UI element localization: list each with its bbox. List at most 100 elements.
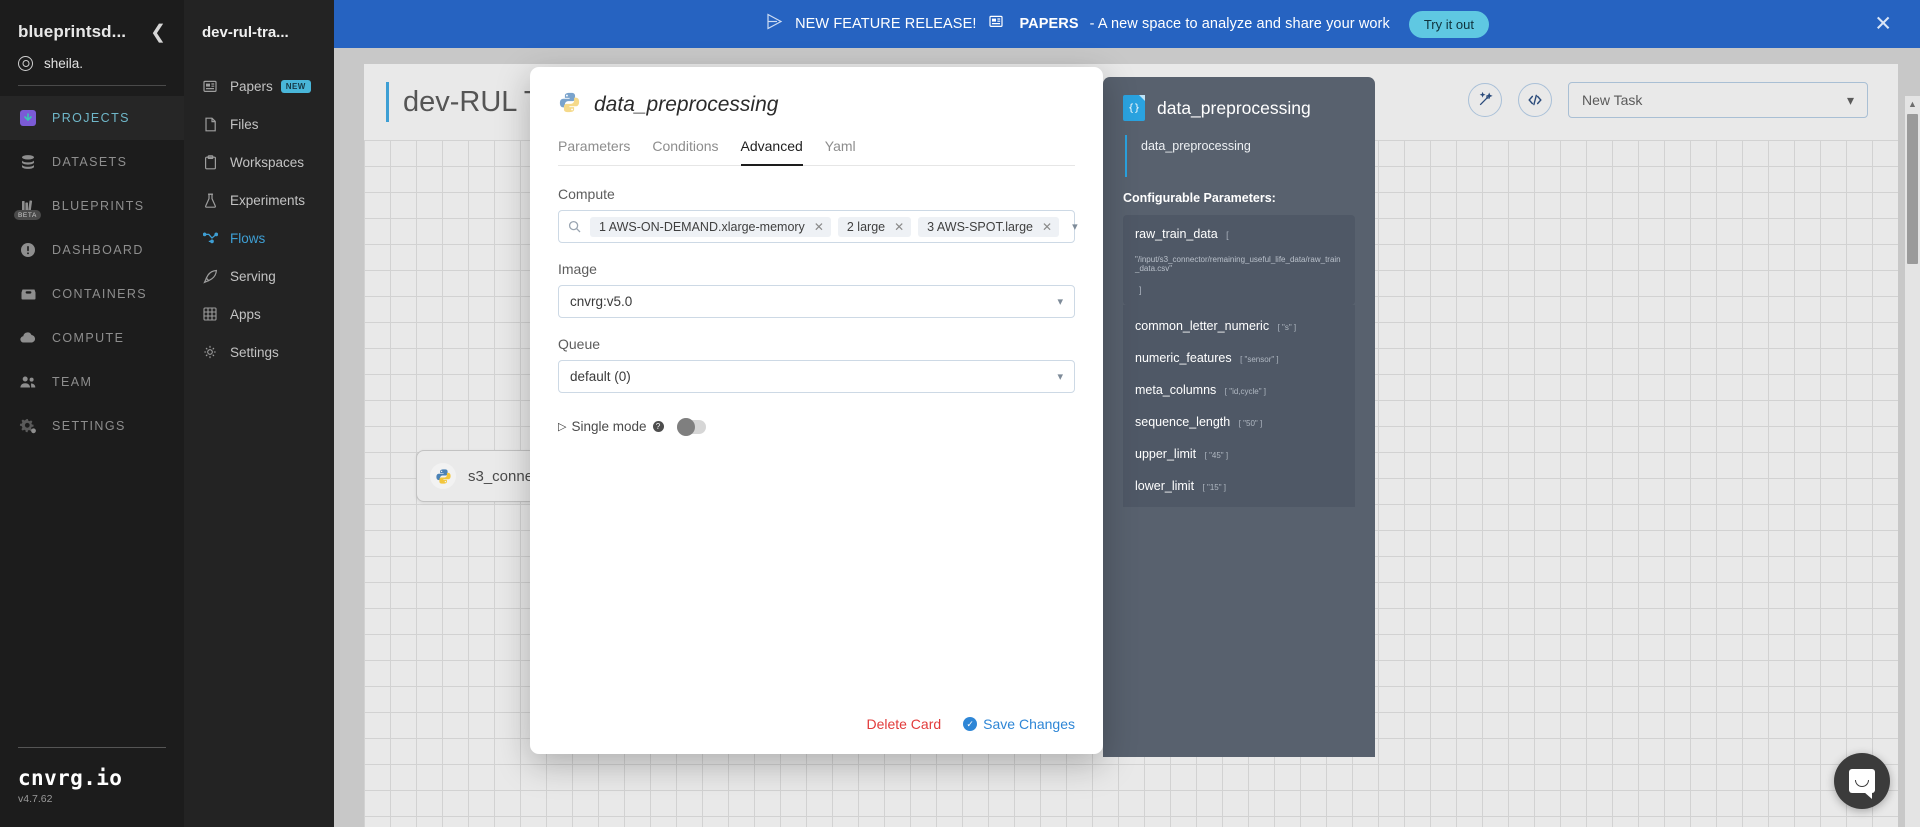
help-icon[interactable]: ? (652, 421, 664, 432)
delete-card-button[interactable]: Delete Card (866, 716, 941, 732)
paper-plane-icon (765, 12, 784, 36)
beta-badge: BETA (14, 210, 41, 220)
sidebar-item-label: PROJECTS (52, 111, 130, 125)
project-title: dev-rul-tra... (202, 24, 289, 41)
param-close-bracket: ] (1139, 285, 1142, 295)
sidebar-item-label: Apps (230, 306, 261, 322)
task-select-value: New Task (1582, 92, 1643, 108)
banner-tail: - A new space to analyze and share your … (1089, 16, 1390, 32)
scrollbar-thumb[interactable] (1907, 114, 1918, 264)
grid-icon (202, 306, 218, 322)
sidebar-item-label: DASHBOARD (52, 243, 144, 257)
tab-advanced[interactable]: Advanced (740, 138, 803, 166)
single-mode-label-group[interactable]: ▷ Single mode ? (558, 419, 664, 434)
param-name: numeric_features (1135, 351, 1232, 365)
modal-header: data_preprocessing Parameters Conditions… (530, 67, 1103, 166)
single-mode-row: ▷ Single mode ? (558, 417, 1075, 436)
flows-icon (202, 230, 218, 246)
try-it-out-button[interactable]: Try it out (1408, 10, 1489, 38)
single-mode-toggle[interactable] (676, 417, 706, 436)
chevron-down-icon[interactable]: ▾ (1066, 220, 1078, 233)
feature-banner: NEW FEATURE RELEASE! PAPERS - A new spac… (334, 0, 1920, 48)
sidebar-item-projects[interactable]: PROJECTS (0, 96, 184, 140)
sidebar-item-label: Experiments (230, 192, 306, 208)
param-value: [ "50" ] (1238, 419, 1263, 428)
param-name: raw_train_data (1135, 227, 1218, 241)
tab-yaml[interactable]: Yaml (825, 138, 856, 166)
chat-smile (1855, 780, 1869, 787)
queue-label: Queue (558, 336, 601, 352)
compute-multiselect[interactable]: 1 AWS-ON-DEMAND.xlarge-memory ✕ 2 large … (558, 210, 1078, 243)
param-value: [ "15" ] (1202, 483, 1226, 492)
close-icon[interactable]: ✕ (1874, 14, 1892, 35)
search-icon (568, 220, 583, 233)
param-name: sequence_length (1135, 415, 1231, 429)
chevron-down-icon: ▾ (1846, 91, 1854, 108)
info-panel-header: {} data_preprocessing (1123, 95, 1355, 121)
sidebar-item-label: Serving (230, 268, 276, 284)
param-name: meta_columns (1135, 383, 1217, 397)
sidebar-item-team[interactable]: TEAM (0, 360, 184, 404)
team-icon (18, 372, 38, 392)
sidebar-item-experiments[interactable]: Experiments (184, 181, 334, 219)
sidebar-item-serving[interactable]: Serving (184, 257, 334, 295)
sidebar-item-dashboard[interactable]: DASHBOARD (0, 228, 184, 272)
header-actions: New Task ▾ (1468, 82, 1868, 118)
close-icon[interactable]: ✕ (894, 220, 904, 234)
chevron-left-icon[interactable]: ❮ (150, 23, 166, 42)
param-value: [ "sensor" ] (1240, 355, 1279, 364)
triangle-right-icon[interactable]: ▷ (558, 420, 566, 433)
page-scrollbar[interactable]: ▲ ▼ (1905, 96, 1920, 827)
cloud-icon (18, 328, 38, 348)
sidebar-item-files[interactable]: Files (184, 105, 334, 143)
compute-chip[interactable]: 3 AWS-SPOT.large ✕ (918, 216, 1060, 237)
code-brackets-icon[interactable] (1518, 83, 1552, 117)
sidebar-item-label: COMPUTE (52, 331, 125, 345)
modal-tabs: Parameters Conditions Advanced Yaml (558, 138, 1075, 166)
chat-bubble-icon[interactable] (1834, 753, 1890, 809)
parameters-info-panel: {} data_preprocessing data_preprocessing… (1103, 77, 1375, 757)
compute-chip-label: 2 large (846, 219, 886, 234)
compute-chip[interactable]: 1 AWS-ON-DEMAND.xlarge-memory ✕ (590, 216, 831, 237)
scroll-up-arrow[interactable]: ▲ (1905, 96, 1920, 112)
modal-actions: Delete Card ✓ Save Changes (866, 716, 1075, 732)
banner-papers-label: PAPERS (1019, 16, 1079, 32)
user-row[interactable]: sheila. (0, 52, 184, 83)
org-row: blueprintsd... ❮ (0, 0, 184, 52)
sidebar-item-blueprints[interactable]: BETA BLUEPRINTS (0, 184, 184, 228)
close-icon[interactable]: ✕ (814, 220, 824, 234)
param-meta-columns: meta_columns [ "id,cycle" ] (1123, 365, 1355, 397)
tab-conditions[interactable]: Conditions (652, 138, 718, 166)
sidebar-item-papers[interactable]: Papers NEW (184, 67, 334, 105)
sidebar-item-project-settings[interactable]: Settings (184, 333, 334, 371)
task-select[interactable]: New Task ▾ (1568, 82, 1868, 118)
param-value: [ "s" ] (1277, 323, 1297, 332)
chevron-down-icon: ▾ (1057, 296, 1063, 308)
image-select[interactable]: cnvrg:v5.0 ▾ (558, 285, 1075, 318)
sidebar-item-label: BLUEPRINTS (52, 199, 145, 213)
sidebar-item-compute[interactable]: COMPUTE (0, 316, 184, 360)
save-changes-button[interactable]: ✓ Save Changes (963, 716, 1075, 732)
compute-chip[interactable]: 2 large ✕ (837, 216, 912, 237)
sidebar-item-apps[interactable]: Apps (184, 295, 334, 333)
sidebar-item-flows[interactable]: Flows (184, 219, 334, 257)
sidebar-item-workspaces[interactable]: Workspaces (184, 143, 334, 181)
magic-wand-icon[interactable] (1468, 83, 1502, 117)
project-sidebar: dev-rul-tra... Papers NEW Files Workspac… (184, 0, 334, 827)
org-name: blueprintsd... (18, 22, 127, 41)
sidebar-item-datasets[interactable]: DATASETS (0, 140, 184, 184)
queue-value: default (0) (570, 369, 631, 384)
python-icon (430, 463, 456, 489)
chat-glyph (1849, 769, 1875, 799)
queue-select[interactable]: default (0) ▾ (558, 360, 1075, 393)
sidebar-item-settings[interactable]: SETTINGS (0, 404, 184, 448)
param-value: [ "45" ] (1204, 451, 1229, 460)
sidebar-item-containers[interactable]: CONTAINERS (0, 272, 184, 316)
close-icon[interactable]: ✕ (1042, 220, 1052, 234)
modal-body: Compute 1 AWS-ON-DEMAND.xlarge-memory ✕ … (530, 166, 1103, 436)
tab-parameters[interactable]: Parameters (558, 138, 630, 166)
param-name: lower_limit (1135, 479, 1195, 493)
param-lower-limit: lower_limit [ "15" ] (1123, 461, 1355, 507)
sidebar-item-label: Settings (230, 344, 279, 360)
new-badge: NEW (280, 79, 311, 93)
